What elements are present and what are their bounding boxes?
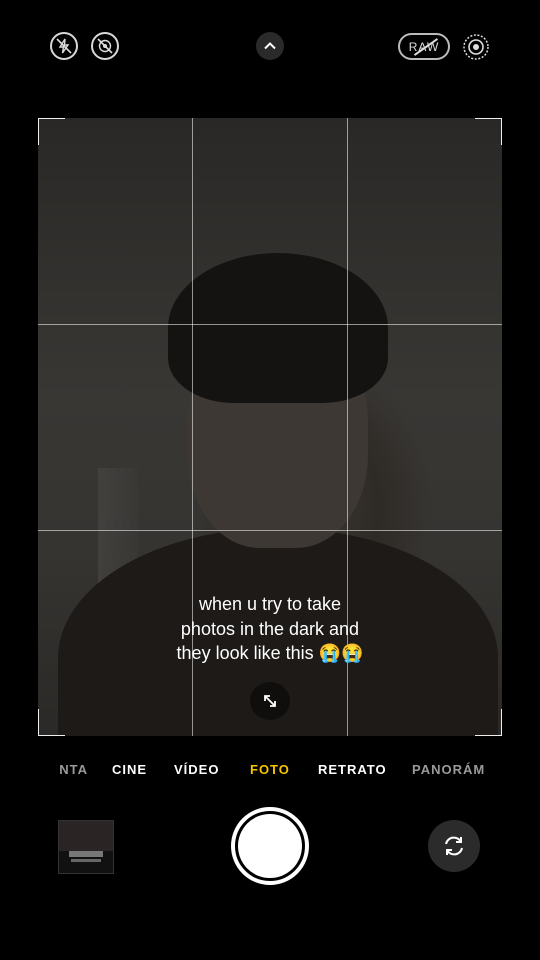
night-mode-off-icon [97,38,113,54]
night-mode-off-button[interactable] [91,32,119,60]
caption-line: when u try to take [198,594,342,614]
live-photo-button[interactable] [462,33,490,61]
flash-off-icon [56,38,72,54]
grid-line-h1 [38,324,502,325]
controls-expand-button[interactable] [256,32,284,60]
thumbnail-text-line [69,851,103,857]
camera-viewfinder[interactable]: when u try to take photos in the dark an… [38,118,502,736]
mode-lenta[interactable]: LENTA [58,762,88,777]
shutter-button[interactable] [231,807,309,885]
last-photo-thumbnail[interactable] [58,820,114,874]
live-photo-icon [463,34,489,60]
subject-hair [168,253,388,403]
caption-line: photos in the dark and [180,618,360,639]
flip-camera-button[interactable] [428,820,480,872]
caption-line: they look like this 😭😭 [176,643,364,663]
chevron-up-icon [264,42,276,50]
caption-overlay: when u try to take photos in the dark an… [38,592,502,666]
mode-retrato[interactable]: RETRATO [318,762,387,777]
frame-corner-bl [38,709,65,736]
thumbnail-text-line [71,859,101,862]
flash-off-button[interactable] [50,32,78,60]
mode-selector[interactable]: LENTA CINE VÍDEO FOTO RETRATO PANORÁMICA [0,762,540,782]
raw-toggle-button[interactable]: RAW [398,33,450,60]
camera-flip-icon [445,836,463,856]
grid-line-h2 [38,530,502,531]
mode-cine[interactable]: CINE [112,762,147,777]
mode-foto[interactable]: FOTO [250,762,290,777]
thumbnail-image [59,821,113,851]
frame-corner-tr [475,118,502,145]
zoom-expand-button[interactable] [250,682,290,720]
mode-video[interactable]: VÍDEO [174,762,219,777]
frame-corner-tl [38,118,65,145]
expand-arrows-icon [264,695,276,707]
shutter-inner [238,814,302,878]
mode-panoramica[interactable]: PANORÁMICA [412,762,484,777]
frame-corner-br [475,709,502,736]
